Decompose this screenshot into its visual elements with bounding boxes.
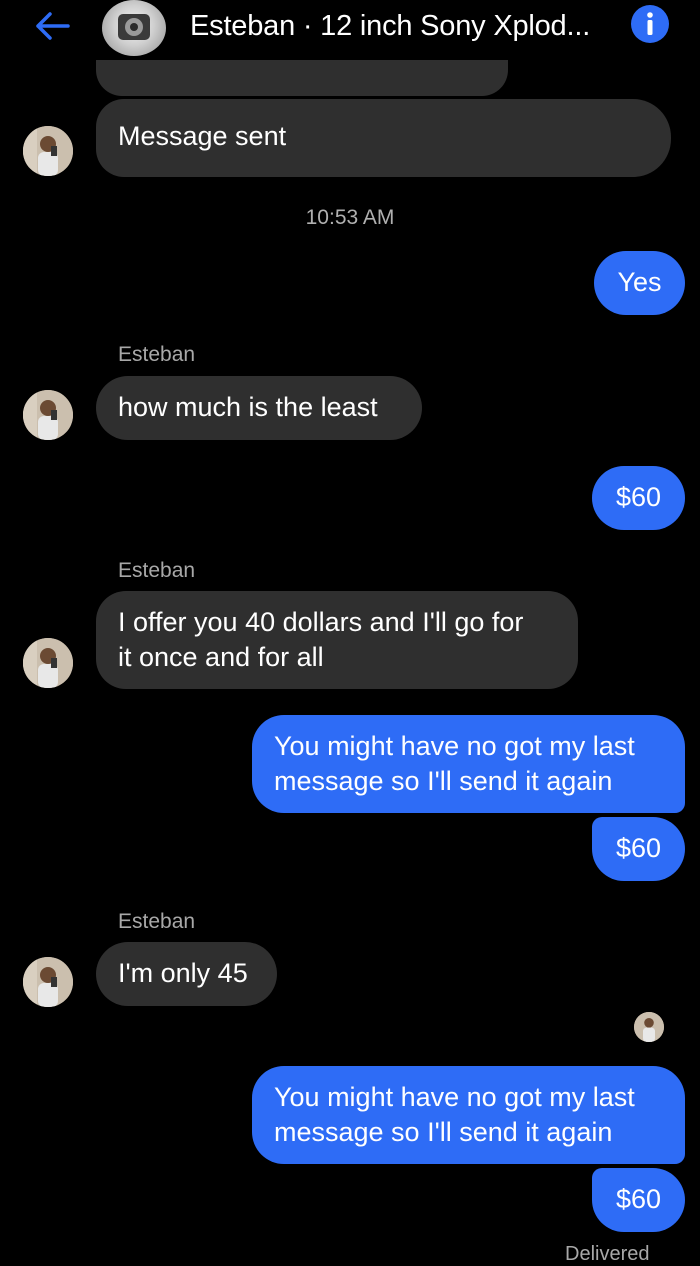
contact-avatar[interactable] xyxy=(23,638,73,688)
conversation-title[interactable]: Esteban · 12 inch Sony Xplod... xyxy=(190,6,590,46)
sender-name: Esteban xyxy=(118,559,196,582)
outgoing-message-bubble[interactable]: $60 xyxy=(592,466,685,530)
message-text-line: message so I'll send it again xyxy=(274,1117,613,1147)
incoming-message-bubble[interactable]: how much is the least xyxy=(96,376,422,440)
timestamp: 10:53 AM xyxy=(305,206,395,229)
message-text: $60 xyxy=(615,1184,662,1214)
incoming-message-bubble[interactable]: I offer you 40 dollars and I'll go for i… xyxy=(96,591,578,689)
delivery-status: Delivered xyxy=(565,1243,650,1265)
sender-name: Esteban xyxy=(118,343,196,366)
message-text: Message sent xyxy=(118,121,287,151)
message-text-line: You might have no got my last xyxy=(274,731,635,761)
info-icon[interactable] xyxy=(631,5,669,43)
message-text-line: You might have no got my last xyxy=(274,1082,635,1112)
contact-avatar[interactable] xyxy=(23,390,73,440)
back-arrow-icon[interactable] xyxy=(30,6,74,46)
outgoing-message-bubble[interactable]: $60 xyxy=(592,1168,685,1232)
partial-incoming-bubble xyxy=(96,60,508,96)
message-text: I'm only 45 xyxy=(118,958,248,988)
contact-avatar[interactable] xyxy=(23,957,73,1007)
contact-avatar[interactable] xyxy=(23,126,73,176)
read-receipt-avatar xyxy=(634,1012,664,1042)
message-text-line: I offer you 40 dollars and I'll go for xyxy=(118,607,524,637)
outgoing-message-bubble[interactable]: You might have no got my last message so… xyxy=(252,715,685,813)
listing-thumbnail[interactable] xyxy=(102,0,166,56)
message-text-line: message so I'll send it again xyxy=(274,766,613,796)
message-text: how much is the least xyxy=(118,392,378,422)
conversation-header: Esteban · 12 inch Sony Xplod... xyxy=(0,0,700,60)
sender-name: Esteban xyxy=(118,910,196,933)
incoming-message-bubble[interactable]: I'm only 45 xyxy=(96,942,277,1006)
message-text: $60 xyxy=(615,833,662,863)
outgoing-message-bubble[interactable]: You might have no got my last message so… xyxy=(252,1066,685,1164)
message-text: Yes xyxy=(617,267,662,297)
message-text: $60 xyxy=(615,482,662,512)
outgoing-message-bubble[interactable]: $60 xyxy=(592,817,685,881)
incoming-message-bubble[interactable]: Message sent xyxy=(96,99,671,177)
outgoing-message-bubble[interactable]: Yes xyxy=(594,251,685,315)
message-text-line: it once and for all xyxy=(118,642,324,672)
